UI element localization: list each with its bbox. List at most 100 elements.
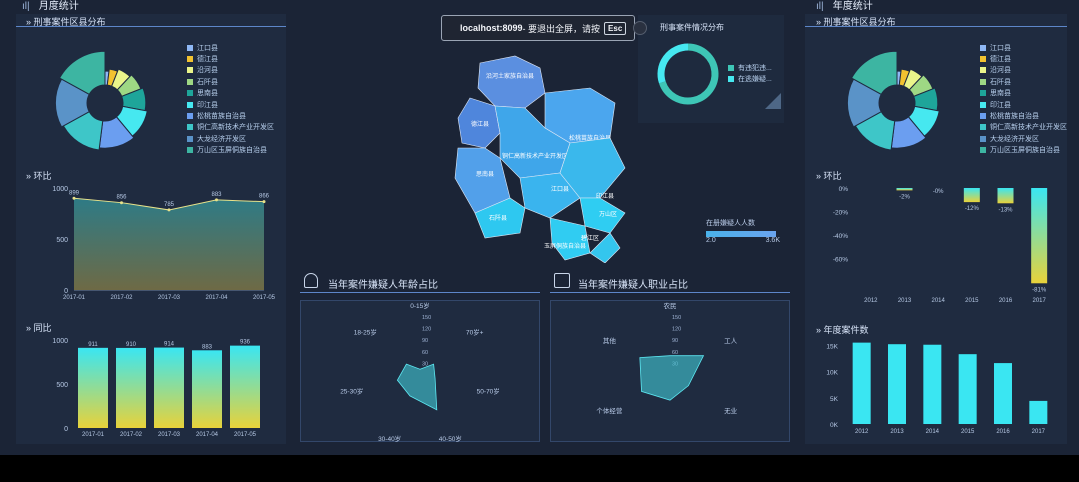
legend-label: 铜仁高新技术产业开发区 xyxy=(197,124,274,132)
visual-map-title: 在册嫌疑人人数 xyxy=(706,220,755,227)
legend-label: 沿河县 xyxy=(197,67,218,75)
legend-swatch xyxy=(187,147,193,154)
radar-axis-label: 18-25岁 xyxy=(354,327,377,336)
legend-swatch xyxy=(187,90,193,97)
legend-swatch xyxy=(728,64,734,71)
legend-item[interactable]: 万山区玉屏侗族自治县 xyxy=(187,145,274,156)
legend-swatch xyxy=(980,101,986,108)
x-tick-label: 2013 xyxy=(890,429,904,435)
data-label: 910 xyxy=(126,342,137,348)
legend-item[interactable]: 印江县 xyxy=(187,99,274,110)
area-point xyxy=(120,201,123,205)
legend-swatch xyxy=(980,56,986,63)
x-tick-label: 2017 xyxy=(1032,429,1046,435)
radar-axis-label: 学生 xyxy=(664,441,678,442)
legend-item[interactable]: 沿河县 xyxy=(980,65,1067,76)
data-label: 866 xyxy=(259,194,270,200)
bar xyxy=(963,188,980,203)
map-region-label: 江口县 xyxy=(551,186,569,193)
radar-area xyxy=(639,355,705,401)
legend-item[interactable]: 德江县 xyxy=(187,53,274,64)
legend-label: 在逃嫌疑... xyxy=(738,76,772,84)
legend-item[interactable]: 松桃苗族自治县 xyxy=(980,110,1067,121)
y-tick-label: 1000 xyxy=(52,338,68,345)
right-district-donut xyxy=(846,50,940,151)
radar-axis-label: 个体经营 xyxy=(596,406,623,415)
x-tick-label: 2017-03 xyxy=(158,295,181,301)
legend-item[interactable]: 石阡县 xyxy=(187,76,274,87)
legend-swatch xyxy=(980,124,986,131)
legend-item[interactable]: 思南县 xyxy=(187,88,274,99)
legend-label: 江口县 xyxy=(990,44,1011,52)
radar-axis-label: 30-40岁 xyxy=(378,434,401,442)
esc-key-badge: Esc xyxy=(604,21,627,35)
legend-item[interactable]: 松桃苗族自治县 xyxy=(187,110,274,121)
legend-swatch xyxy=(187,135,193,142)
visual-map-legend[interactable]: 在册嫌疑人人数 2.0 3.6K xyxy=(706,218,781,248)
legend-label: 有违犯违... xyxy=(738,64,772,72)
legend-item[interactable]: 有违犯违... xyxy=(728,62,772,73)
legend-label: 思南县 xyxy=(990,90,1011,98)
map-region-label: 玉屏侗族自治县 xyxy=(544,242,586,250)
y-tick-label: 10K xyxy=(826,370,838,377)
right-huanbi-bar-chart: 0% -20% -40% -60% 2012 2013 2014 2015 2016 2017 -2… xyxy=(833,186,1048,304)
legend-item[interactable]: 德江县 xyxy=(980,53,1067,64)
radar-tick-label: 120 xyxy=(672,327,681,333)
legend-swatch xyxy=(187,44,193,51)
x-tick-label: 2017 xyxy=(1032,298,1046,304)
right-count-bar-chart: 15K 10K 5K 0K 2012 2013 2014 2015 2016 2017 xyxy=(826,342,1048,435)
left-district-label: 刑事案件区县分布 xyxy=(33,17,106,27)
occupation-title-underline xyxy=(550,292,790,293)
bar-chart-icon: ıl| xyxy=(816,1,824,12)
right-district-label: 刑事案件区县分布 xyxy=(823,17,896,27)
legend-item[interactable]: 思南县 xyxy=(980,88,1067,99)
legend-swatch xyxy=(187,78,193,85)
id-card-icon xyxy=(554,273,570,288)
case-type-donut xyxy=(657,43,719,105)
x-tick-label: 2017-01 xyxy=(82,432,105,438)
legend-item[interactable]: 沿河县 xyxy=(187,65,274,76)
x-tick-label: 2016 xyxy=(996,429,1010,435)
y-tick-label: 0K xyxy=(830,422,839,429)
legend-item[interactable]: 江口县 xyxy=(187,42,274,53)
legend-label: 石阡县 xyxy=(990,78,1011,86)
data-label: -0% xyxy=(933,189,944,195)
map-region[interactable] xyxy=(477,55,546,109)
y-tick-label: -20% xyxy=(833,210,848,217)
left-district-title: » 刑事案件区县分布 xyxy=(26,15,106,28)
legend-swatch xyxy=(728,76,734,83)
legend-item[interactable]: 江口县 xyxy=(980,42,1067,53)
data-label: 785 xyxy=(164,202,175,208)
toast-host: localhost:8099 xyxy=(460,23,523,33)
area-fill xyxy=(74,198,264,290)
bar-chart-icon: ıl| xyxy=(22,1,30,12)
legend-swatch xyxy=(187,124,193,131)
legend-item[interactable]: 铜仁高新技术产业开发区 xyxy=(980,122,1067,133)
legend-item[interactable]: 印江县 xyxy=(980,99,1067,110)
double-chevron-icon: » xyxy=(816,325,822,335)
legend-item[interactable]: 在逃嫌疑... xyxy=(728,73,772,84)
bar xyxy=(896,188,913,191)
left-huanbi-label: 环比 xyxy=(33,171,52,181)
legend-item[interactable]: 铜仁高新技术产业开发区 xyxy=(187,122,274,133)
left-huanbi-area-chart: 1000 500 0 899 856 785 883 866 2017-01 2017-02 201… xyxy=(52,186,275,301)
legend-item[interactable]: 大龙经济开发区 xyxy=(187,133,274,144)
age-title-underline xyxy=(300,292,540,293)
data-label: -2% xyxy=(899,194,910,200)
legend-label: 德江县 xyxy=(197,56,218,64)
legend-item[interactable]: 大龙经济开发区 xyxy=(980,133,1067,144)
tongren-district-map[interactable]: 沿河土家族自治县德江县松桃苗族自治县铜仁高新技术产业开发区思南县江口县印江县石阡… xyxy=(440,48,650,263)
toast-close-icon[interactable] xyxy=(633,21,647,35)
left-district-donut xyxy=(54,50,148,151)
x-tick-label: 2017-04 xyxy=(205,295,228,301)
year-stats-label: 年度统计 xyxy=(832,1,873,12)
double-chevron-icon: » xyxy=(816,17,822,27)
legend-swatch xyxy=(980,44,986,51)
legend-item[interactable]: 万山区玉屏侗族自治县 xyxy=(980,145,1067,156)
data-label: 911 xyxy=(88,342,98,348)
legend-label: 印江县 xyxy=(197,101,218,109)
double-chevron-icon: » xyxy=(26,171,32,181)
legend-item[interactable]: 石阡县 xyxy=(980,76,1067,87)
legend-label: 大龙经济开发区 xyxy=(197,135,246,143)
data-label: 883 xyxy=(211,192,222,198)
